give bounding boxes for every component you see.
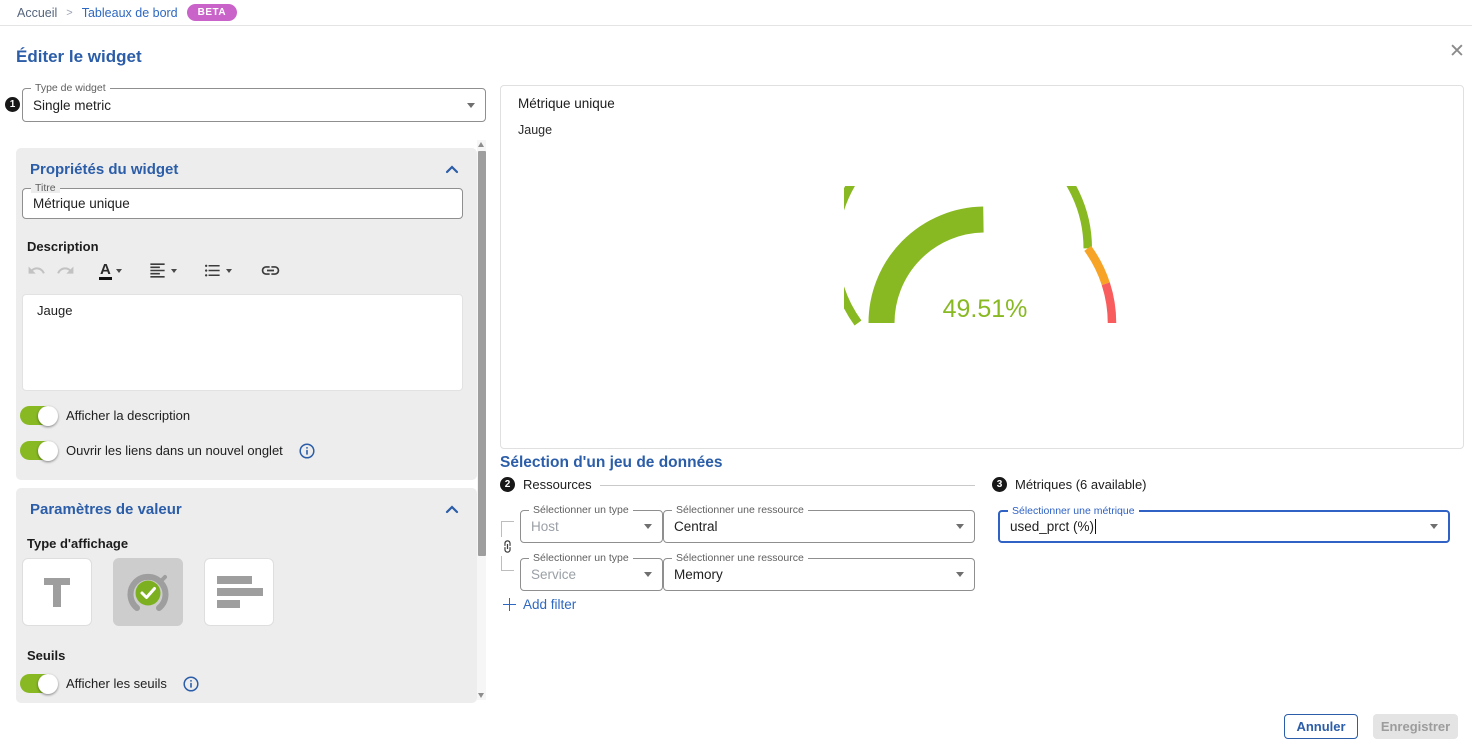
resource-select-1[interactable]: Sélectionner une ressource Central [663, 510, 975, 543]
breadcrumb-separator: > [66, 7, 72, 19]
divider [600, 485, 975, 486]
display-type-text-button[interactable] [22, 558, 92, 626]
gauge-value-label: 49.51% [943, 295, 1028, 323]
scroll-down-icon[interactable] [478, 693, 484, 698]
chevron-down-icon [116, 269, 122, 273]
chevron-down-icon [644, 572, 652, 577]
display-type-gauge-button[interactable] [113, 558, 183, 626]
chevron-down-icon [644, 524, 652, 529]
add-filter-button[interactable]: Add filter [503, 597, 576, 612]
step-1-marker: 1 [5, 97, 20, 112]
resources-label: Ressources [523, 477, 592, 492]
breadcrumb-home-link[interactable]: Accueil [17, 6, 57, 20]
collapse-chevron-up-icon[interactable] [445, 165, 459, 174]
value-settings-title: Paramètres de valeur [30, 501, 182, 518]
resource-type-label-2: Sélectionner un type [529, 553, 633, 563]
undo-icon[interactable] [24, 259, 49, 282]
show-description-toggle[interactable] [20, 406, 57, 425]
preview-title: Métrique unique [518, 96, 615, 111]
description-text: Jauge [37, 303, 72, 318]
left-panel-scrollbar[interactable] [477, 140, 486, 700]
dataset-title: Sélection d'un jeu de données [500, 454, 722, 472]
resource-label-2: Sélectionner une ressource [672, 553, 808, 563]
info-icon[interactable] [299, 443, 315, 459]
text-icon [38, 573, 76, 611]
resource-select-2[interactable]: Sélectionner une ressource Memory [663, 558, 975, 591]
title-field[interactable]: Titre Métrique unique [22, 188, 463, 219]
display-type-label: Type d'affichage [27, 536, 128, 551]
thresholds-label: Seuils [27, 648, 65, 663]
gauge-ring-warning [1088, 248, 1106, 283]
chevron-down-icon [171, 269, 177, 273]
show-thresholds-label: Afficher les seuils [66, 676, 167, 691]
breadcrumb-dashboards-link[interactable]: Tableaux de bord [82, 6, 178, 20]
link-icon[interactable] [257, 258, 284, 283]
resource-type-value-1: Host [531, 519, 559, 534]
cancel-button[interactable]: Annuler [1284, 714, 1358, 739]
chevron-down-icon [1430, 524, 1438, 529]
resource-value-1: Central [674, 519, 718, 534]
chain-link-icon [500, 539, 515, 557]
metric-select[interactable]: Sélectionner une métrique used_prct (%) [998, 510, 1450, 543]
save-button[interactable]: Enregistrer [1373, 714, 1458, 739]
chevron-down-icon [956, 572, 964, 577]
description-textarea[interactable]: Jauge [22, 294, 463, 391]
open-links-label: Ouvrir les liens dans un nouvel onglet [66, 443, 283, 458]
resource-value-2: Memory [674, 567, 723, 582]
widget-type-value: Single metric [33, 98, 111, 113]
resource-label-1: Sélectionner une ressource [672, 505, 808, 515]
metric-select-value: used_prct (%) [1010, 519, 1094, 534]
show-thresholds-toggle[interactable] [20, 674, 57, 693]
add-filter-label: Add filter [523, 597, 576, 612]
gauge-ring-critical [1106, 284, 1112, 323]
resource-type-select-2[interactable]: Sélectionner un type Service [520, 558, 663, 591]
scrollbar-thumb[interactable] [478, 151, 486, 556]
resources-block: 2 Ressources Sélectionner un type Host S… [500, 477, 975, 617]
metrics-block: 3 Métriques (6 available) Sélectionner u… [992, 477, 1458, 557]
text-color-icon[interactable]: A [96, 260, 125, 282]
chevron-down-icon [956, 524, 964, 529]
widget-properties-card: Propriétés du widget Titre Métrique uniq… [16, 148, 477, 480]
step-3-marker: 3 [992, 477, 1007, 492]
info-icon[interactable] [183, 676, 199, 692]
widget-type-label: Type de widget [31, 83, 110, 93]
value-settings-card: Paramètres de valeur Type d'affichage Se… [16, 488, 477, 703]
widget-preview-panel: Métrique unique Jauge 49.51% [500, 85, 1464, 449]
description-toolbar: A [24, 258, 284, 283]
collapse-chevron-up-icon[interactable] [445, 505, 459, 514]
chevron-down-icon [226, 269, 232, 273]
metrics-label: Métriques (6 available) [1015, 477, 1147, 492]
resource-type-label-1: Sélectionner un type [529, 505, 633, 515]
properties-title: Propriétés du widget [30, 161, 178, 178]
link-connector-top [501, 521, 514, 537]
widget-type-select[interactable]: Type de widget Single metric [22, 88, 486, 122]
list-icon[interactable] [200, 259, 235, 282]
gauge-icon [125, 569, 171, 615]
resource-type-value-2: Service [531, 567, 576, 582]
description-label: Description [27, 239, 99, 254]
display-type-bar-button[interactable] [204, 558, 274, 626]
preview-description: Jauge [518, 123, 552, 137]
close-icon[interactable]: ✕ [1449, 42, 1465, 61]
align-icon[interactable] [145, 259, 180, 282]
title-field-value: Métrique unique [33, 196, 130, 211]
scroll-up-icon[interactable] [478, 142, 484, 147]
page-title: Éditer le widget [16, 47, 142, 67]
plus-icon [503, 598, 516, 611]
beta-badge: BETA [187, 4, 237, 21]
resource-type-select-1[interactable]: Sélectionner un type Host [520, 510, 663, 543]
step-2-marker: 2 [500, 477, 515, 492]
breadcrumb: Accueil > Tableaux de bord BETA [0, 0, 1472, 26]
bar-chart-icon [216, 575, 263, 609]
open-links-toggle[interactable] [20, 441, 57, 460]
title-field-label: Titre [31, 183, 60, 193]
link-connector-bottom [501, 556, 514, 571]
text-cursor [1095, 519, 1096, 534]
gauge-chart: 49.51% [844, 186, 1126, 328]
redo-icon[interactable] [53, 259, 78, 282]
metric-select-label: Sélectionner une métrique [1008, 506, 1139, 516]
chevron-down-icon [467, 103, 475, 108]
show-description-label: Afficher la description [66, 408, 190, 423]
